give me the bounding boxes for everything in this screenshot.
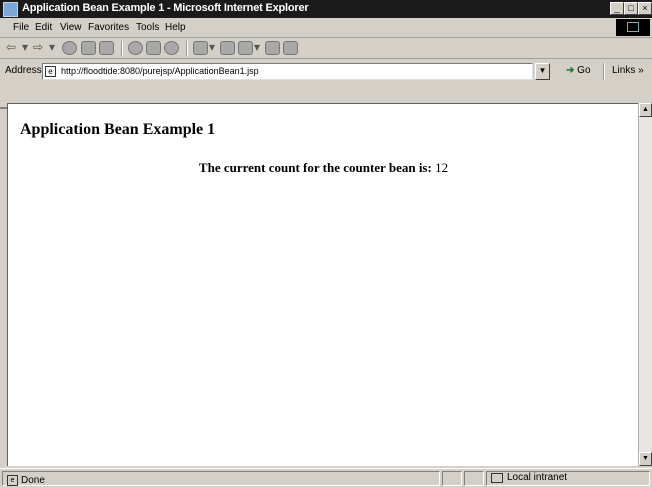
discuss-icon[interactable]	[265, 41, 280, 55]
back-icon[interactable]: ⇦	[6, 40, 16, 54]
counter-message: The current count for the counter bean i…	[8, 160, 639, 176]
ie-app-icon	[3, 2, 18, 17]
menu-help[interactable]: Help	[165, 22, 186, 33]
stop-icon[interactable]	[62, 41, 77, 55]
address-url[interactable]: http://floodtide:8080/purejsp/Applicatio…	[61, 66, 259, 76]
forward-dropdown-icon[interactable]: ▾	[49, 40, 55, 54]
counter-value: 12	[435, 160, 449, 175]
mail-icon[interactable]	[193, 41, 208, 55]
go-label: Go	[577, 65, 591, 76]
scroll-up-icon[interactable]: ▲	[639, 103, 652, 117]
window-title: Application Bean Example 1 - Microsoft I…	[22, 2, 309, 14]
menu-bar: File Edit View Favorites Tools Help	[0, 18, 652, 38]
menu-favorites[interactable]: Favorites	[88, 22, 129, 33]
ie-throbber-logo	[616, 19, 650, 36]
intranet-zone-icon	[491, 473, 503, 483]
address-input[interactable]: e http://floodtide:8080/purejsp/Applicat…	[42, 63, 533, 80]
address-label: Address	[5, 65, 42, 76]
status-panel	[442, 471, 462, 486]
status-panel	[464, 471, 484, 486]
address-bar: Address e http://floodtide:8080/purejsp/…	[0, 59, 652, 109]
vertical-scrollbar[interactable]: ▲ ▼	[638, 103, 652, 466]
minimize-button[interactable]: _	[610, 2, 624, 15]
close-button[interactable]: ×	[638, 2, 652, 15]
toolbar-separator	[121, 41, 123, 56]
home-icon[interactable]	[99, 41, 114, 55]
status-bar: e Done Local intranet	[0, 468, 652, 487]
menu-edit[interactable]: Edit	[35, 22, 52, 33]
favorites-icon[interactable]	[146, 41, 161, 55]
refresh-icon[interactable]	[81, 41, 96, 55]
menu-tools[interactable]: Tools	[136, 22, 159, 33]
title-bar: Application Bean Example 1 - Microsoft I…	[0, 0, 652, 18]
menu-view[interactable]: View	[60, 22, 82, 33]
counter-label: The current count for the counter bean i…	[198, 160, 432, 175]
menu-file[interactable]: File	[13, 22, 29, 33]
links-button[interactable]: Links »	[612, 65, 644, 76]
history-icon[interactable]	[164, 41, 179, 55]
ie-page-icon: e	[45, 66, 56, 77]
status-zone-panel: Local intranet	[486, 471, 650, 486]
address-dropdown-button[interactable]: ▼	[535, 63, 550, 80]
search-icon[interactable]	[128, 41, 143, 55]
go-button[interactable]: ➜ Go	[566, 65, 591, 76]
scroll-down-icon[interactable]: ▼	[639, 452, 652, 466]
page-content: Application Bean Example 1 The current c…	[7, 103, 638, 466]
page-heading: Application Bean Example 1	[20, 121, 216, 138]
mail-dropdown-icon[interactable]: ▾	[209, 40, 215, 54]
go-arrow-icon: ➜	[566, 65, 575, 76]
zone-text: Local intranet	[507, 472, 568, 483]
print-icon[interactable]	[220, 41, 235, 55]
forward-icon[interactable]: ⇨	[33, 40, 43, 54]
status-main-panel: e Done	[2, 471, 440, 486]
back-dropdown-icon[interactable]: ▾	[22, 40, 28, 54]
edit-icon[interactable]	[238, 41, 253, 55]
toolbar-separator	[186, 41, 188, 56]
address-divider	[603, 63, 605, 80]
edit-dropdown-icon[interactable]: ▾	[254, 40, 260, 54]
standard-toolbar: ⇦ ▾ ⇨ ▾ ▾ ▾	[0, 38, 652, 59]
messenger-icon[interactable]	[283, 41, 298, 55]
maximize-button[interactable]: □	[624, 2, 638, 15]
ie-page-status-icon: e	[7, 475, 18, 486]
status-text: Done	[21, 475, 45, 486]
